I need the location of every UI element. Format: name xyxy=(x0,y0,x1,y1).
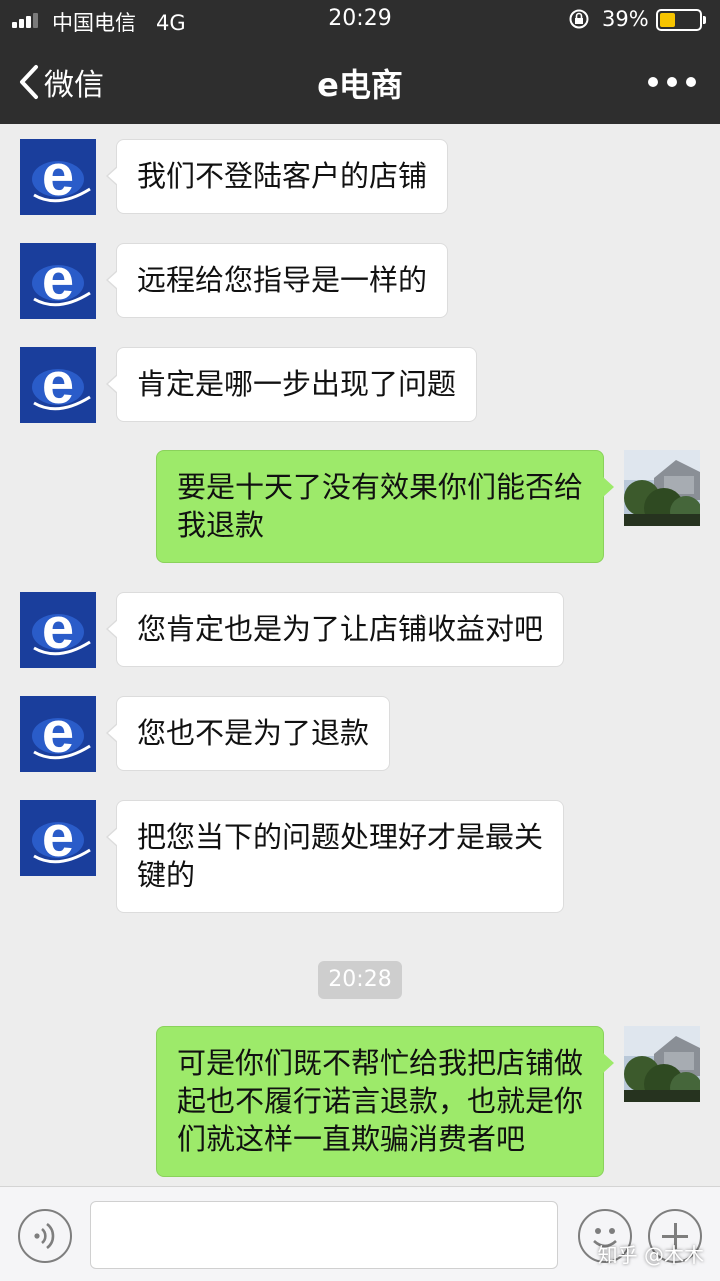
chat-title: e电商 xyxy=(317,66,403,104)
chat-area[interactable]: e 我们不登陆客户的店铺 e 远程给您指导是一样的 e 肯定是哪一步出现了问题 … xyxy=(0,124,720,1186)
battery-percent: 39% xyxy=(602,7,649,31)
incoming-message[interactable]: 您肯定也是为了让店铺收益对吧 xyxy=(105,592,565,667)
e-logo-avatar[interactable]: e xyxy=(20,800,96,876)
incoming-message[interactable]: 您也不是为了退款 xyxy=(105,696,391,771)
watermark: 知乎 @木木 xyxy=(597,1243,704,1267)
more-dots-icon[interactable] xyxy=(648,74,696,90)
e-logo-avatar[interactable]: e xyxy=(20,696,96,772)
nav-bar: 微信 e电商 xyxy=(0,40,720,124)
outgoing-message[interactable]: 可是你们既不帮忙给我把店铺做 起也不履行诺言退款，也就是你 们就这样一直欺骗消费者吧 xyxy=(155,1026,615,1177)
incoming-message[interactable]: 我们不登陆客户的店铺 xyxy=(105,139,449,214)
photo-avatar[interactable] xyxy=(624,450,700,526)
e-logo-avatar[interactable]: e xyxy=(20,139,96,215)
incoming-message[interactable]: 肯定是哪一步出现了问题 xyxy=(105,347,478,422)
rotation-lock-icon xyxy=(569,9,589,29)
voice-icon[interactable] xyxy=(18,1209,72,1263)
incoming-message[interactable]: 把您当下的问题处理好才是最关 键的 xyxy=(105,800,565,913)
e-logo-avatar[interactable]: e xyxy=(20,592,96,668)
e-logo-avatar[interactable]: e xyxy=(20,347,96,423)
incoming-message[interactable]: 远程给您指导是一样的 xyxy=(105,243,449,318)
outgoing-message[interactable]: 要是十天了没有效果你们能否给 我退款 xyxy=(155,450,615,563)
e-logo-avatar[interactable]: e xyxy=(20,243,96,319)
input-bar: 知乎 @木木 xyxy=(0,1186,720,1281)
photo-avatar[interactable] xyxy=(624,1026,700,1102)
message-input[interactable] xyxy=(90,1201,558,1269)
battery-icon xyxy=(656,9,706,31)
message-timestamp: 20:28 xyxy=(318,961,402,999)
top-bar: 中国电信 4G 20:29 39% 微信 e电商 xyxy=(0,0,720,124)
status-bar: 中国电信 4G 20:29 39% xyxy=(0,0,720,40)
